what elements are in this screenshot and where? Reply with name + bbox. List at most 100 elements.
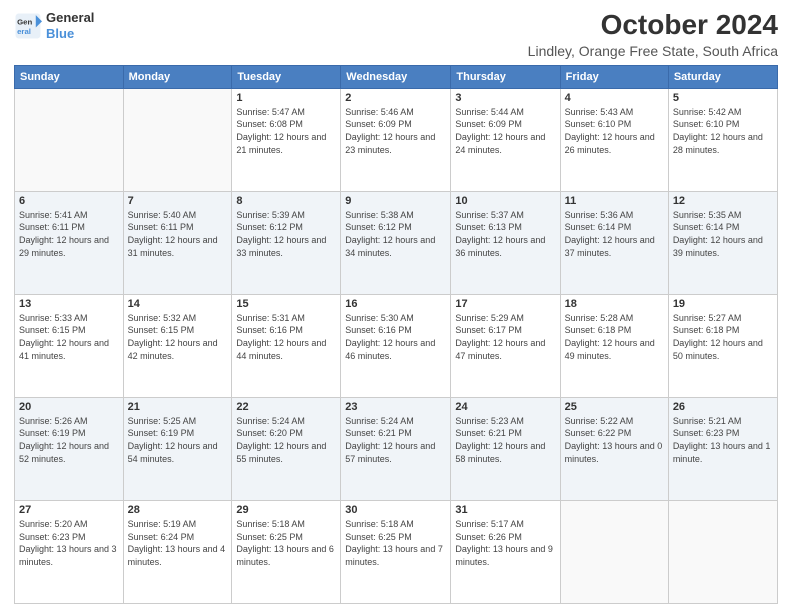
day-info: Sunrise: 5:29 AM Sunset: 6:17 PM Dayligh… <box>455 312 555 362</box>
calendar-week-row: 20Sunrise: 5:26 AM Sunset: 6:19 PM Dayli… <box>15 397 778 500</box>
table-row: 5 Sunrise: 5:42 AM Sunset: 6:10 PM Daylig… <box>668 88 777 191</box>
day-info: Sunrise: 5:35 AM Sunset: 6:14 PM Dayligh… <box>673 209 773 259</box>
day-info: Sunrise: 5:18 AM Sunset: 6:25 PM Dayligh… <box>345 518 446 568</box>
table-row: 16 Sunrise: 5:30 AM Sunset: 6:16 PM Dayli… <box>341 294 451 397</box>
day-info: Sunrise: 5:18 AM Sunset: 6:25 PM Dayligh… <box>236 518 336 568</box>
day-number: 14 <box>128 298 228 310</box>
page: Gen eral General Blue October 2024 Lindl… <box>0 0 792 612</box>
day-info: Sunrise: 5:38 AM Sunset: 6:12 PM Dayligh… <box>345 209 446 259</box>
day-number: 19 <box>673 298 773 310</box>
day-info: Sunrise: 5:31 AM Sunset: 6:16 PM Dayligh… <box>236 312 336 362</box>
calendar-table: Sunday Monday Tuesday Wednesday Thursday… <box>14 65 778 604</box>
day-number: 4 <box>565 92 664 104</box>
day-number: 16 <box>345 298 446 310</box>
table-row <box>15 88 124 191</box>
table-row: 20Sunrise: 5:26 AM Sunset: 6:19 PM Dayli… <box>15 397 124 500</box>
day-number: 12 <box>673 195 773 207</box>
table-row: 29 Sunrise: 5:18 AM Sunset: 6:25 PM Dayli… <box>232 500 341 603</box>
day-info: Sunrise: 5:33 AM Sunset: 6:15 PM Dayligh… <box>19 312 119 362</box>
table-row: 2Sunrise: 5:46 AM Sunset: 6:09 PM Daylig… <box>341 88 451 191</box>
title-block: October 2024 Lindley, Orange Free State,… <box>528 10 778 59</box>
day-info: Sunrise: 5:20 AM Sunset: 6:23 PM Dayligh… <box>19 518 119 568</box>
day-info: Sunrise: 5:32 AM Sunset: 6:15 PM Dayligh… <box>128 312 228 362</box>
calendar-header-row: Sunday Monday Tuesday Wednesday Thursday… <box>15 65 778 88</box>
subtitle: Lindley, Orange Free State, South Africa <box>528 43 778 59</box>
table-row: 7 Sunrise: 5:40 AM Sunset: 6:11 PM Daylig… <box>123 191 232 294</box>
day-number: 28 <box>128 504 228 516</box>
svg-text:eral: eral <box>17 26 31 35</box>
day-number: 5 <box>673 92 773 104</box>
table-row: 26 Sunrise: 5:21 AM Sunset: 6:23 PM Dayli… <box>668 397 777 500</box>
day-info: Sunrise: 5:40 AM Sunset: 6:11 PM Dayligh… <box>128 209 228 259</box>
day-info: Sunrise: 5:42 AM Sunset: 6:10 PM Dayligh… <box>673 106 773 156</box>
logo-icon: Gen eral <box>14 12 42 40</box>
table-row <box>668 500 777 603</box>
col-monday: Monday <box>123 65 232 88</box>
day-info: Sunrise: 5:19 AM Sunset: 6:24 PM Dayligh… <box>128 518 228 568</box>
table-row: 30 Sunrise: 5:18 AM Sunset: 6:25 PM Dayli… <box>341 500 451 603</box>
day-info: Sunrise: 5:30 AM Sunset: 6:16 PM Dayligh… <box>345 312 446 362</box>
day-info: Sunrise: 5:21 AM Sunset: 6:23 PM Dayligh… <box>673 415 773 465</box>
day-info: Sunrise: 5:28 AM Sunset: 6:18 PM Dayligh… <box>565 312 664 362</box>
day-number: 21 <box>128 401 228 413</box>
table-row: 10Sunrise: 5:37 AM Sunset: 6:13 PM Dayli… <box>451 191 560 294</box>
day-info: Sunrise: 5:36 AM Sunset: 6:14 PM Dayligh… <box>565 209 664 259</box>
table-row <box>560 500 668 603</box>
day-number: 25 <box>565 401 664 413</box>
table-row: 22Sunrise: 5:24 AM Sunset: 6:20 PM Dayli… <box>232 397 341 500</box>
table-row: 15 Sunrise: 5:31 AM Sunset: 6:16 PM Dayli… <box>232 294 341 397</box>
day-number: 17 <box>455 298 555 310</box>
day-number: 26 <box>673 401 773 413</box>
day-info: Sunrise: 5:44 AM Sunset: 6:09 PM Dayligh… <box>455 106 555 156</box>
day-info: Sunrise: 5:43 AM Sunset: 6:10 PM Dayligh… <box>565 106 664 156</box>
day-info: Sunrise: 5:47 AM Sunset: 6:08 PM Dayligh… <box>236 106 336 156</box>
day-info: Sunrise: 5:25 AM Sunset: 6:19 PM Dayligh… <box>128 415 228 465</box>
day-number: 18 <box>565 298 664 310</box>
day-number: 7 <box>128 195 228 207</box>
table-row: 13Sunrise: 5:33 AM Sunset: 6:15 PM Dayli… <box>15 294 124 397</box>
logo: Gen eral General Blue <box>14 10 94 41</box>
table-row: 1 Sunrise: 5:47 AM Sunset: 6:08 PM Daylig… <box>232 88 341 191</box>
table-row: 4 Sunrise: 5:43 AM Sunset: 6:10 PM Daylig… <box>560 88 668 191</box>
day-info: Sunrise: 5:17 AM Sunset: 6:26 PM Dayligh… <box>455 518 555 568</box>
day-number: 6 <box>19 195 119 207</box>
table-row: 11 Sunrise: 5:36 AM Sunset: 6:14 PM Dayli… <box>560 191 668 294</box>
day-number: 1 <box>236 92 336 104</box>
table-row: 24Sunrise: 5:23 AM Sunset: 6:21 PM Dayli… <box>451 397 560 500</box>
day-info: Sunrise: 5:27 AM Sunset: 6:18 PM Dayligh… <box>673 312 773 362</box>
day-number: 22 <box>236 401 336 413</box>
day-number: 3 <box>455 92 555 104</box>
table-row: 31Sunrise: 5:17 AM Sunset: 6:26 PM Dayli… <box>451 500 560 603</box>
table-row: 19 Sunrise: 5:27 AM Sunset: 6:18 PM Dayli… <box>668 294 777 397</box>
logo-text: General Blue <box>46 10 94 41</box>
day-number: 15 <box>236 298 336 310</box>
day-info: Sunrise: 5:26 AM Sunset: 6:19 PM Dayligh… <box>19 415 119 465</box>
table-row: 23 Sunrise: 5:24 AM Sunset: 6:21 PM Dayli… <box>341 397 451 500</box>
col-friday: Friday <box>560 65 668 88</box>
table-row: 17 Sunrise: 5:29 AM Sunset: 6:17 PM Dayli… <box>451 294 560 397</box>
day-number: 27 <box>19 504 119 516</box>
day-number: 11 <box>565 195 664 207</box>
day-info: Sunrise: 5:24 AM Sunset: 6:21 PM Dayligh… <box>345 415 446 465</box>
day-number: 29 <box>236 504 336 516</box>
day-number: 23 <box>345 401 446 413</box>
col-tuesday: Tuesday <box>232 65 341 88</box>
calendar-week-row: 27 Sunrise: 5:20 AM Sunset: 6:23 PM Dayli… <box>15 500 778 603</box>
table-row: 18 Sunrise: 5:28 AM Sunset: 6:18 PM Dayli… <box>560 294 668 397</box>
day-info: Sunrise: 5:23 AM Sunset: 6:21 PM Dayligh… <box>455 415 555 465</box>
table-row: 21 Sunrise: 5:25 AM Sunset: 6:19 PM Dayli… <box>123 397 232 500</box>
main-title: October 2024 <box>528 10 778 41</box>
calendar-week-row: 6Sunrise: 5:41 AM Sunset: 6:11 PM Daylig… <box>15 191 778 294</box>
day-number: 10 <box>455 195 555 207</box>
col-saturday: Saturday <box>668 65 777 88</box>
table-row: 9 Sunrise: 5:38 AM Sunset: 6:12 PM Daylig… <box>341 191 451 294</box>
day-number: 2 <box>345 92 446 104</box>
table-row: 27 Sunrise: 5:20 AM Sunset: 6:23 PM Dayli… <box>15 500 124 603</box>
calendar-week-row: 1 Sunrise: 5:47 AM Sunset: 6:08 PM Daylig… <box>15 88 778 191</box>
table-row: 14 Sunrise: 5:32 AM Sunset: 6:15 PM Dayli… <box>123 294 232 397</box>
day-info: Sunrise: 5:22 AM Sunset: 6:22 PM Dayligh… <box>565 415 664 465</box>
table-row: 25 Sunrise: 5:22 AM Sunset: 6:22 PM Dayli… <box>560 397 668 500</box>
day-number: 30 <box>345 504 446 516</box>
day-number: 9 <box>345 195 446 207</box>
table-row: 8Sunrise: 5:39 AM Sunset: 6:12 PM Daylig… <box>232 191 341 294</box>
